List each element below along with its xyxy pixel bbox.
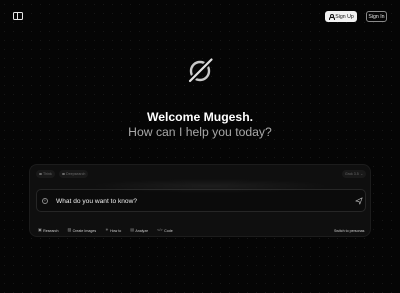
prompt-input[interactable] (56, 195, 336, 207)
think-chip[interactable]: Think (36, 170, 55, 178)
sidebar-toggle-icon[interactable] (13, 12, 23, 20)
research-icon: ▣ (38, 227, 42, 232)
model-label: Grok 3.5 (345, 172, 359, 176)
prompt-composer: Think Deepsearch Grok 3.5 ⌄ + ▣ Research… (29, 164, 371, 237)
switch-personas-button[interactable]: Switch to personas (334, 227, 364, 234)
deepsearch-chip-label: Deepsearch (66, 172, 86, 176)
think-chip-label: Think (43, 172, 52, 176)
sign-up-label: Sign Up (335, 13, 354, 20)
deepsearch-chip[interactable]: Deepsearch (59, 170, 89, 178)
action-how-to[interactable]: ☀ How to (105, 227, 121, 234)
action-label: Create Images (72, 228, 97, 233)
prompt-input-row: + (36, 189, 366, 212)
model-selector[interactable]: Grok 3.5 ⌄ (342, 170, 367, 178)
logo-icon (187, 58, 213, 84)
welcome-heading: Welcome Mugesh. (146, 110, 254, 124)
action-code[interactable]: </> Code (157, 227, 173, 234)
action-label: How to (110, 228, 122, 233)
persona-label: Switch to personas (334, 228, 365, 233)
image-icon: ▧ (67, 227, 72, 232)
subtitle-heading: How can I help you today? (128, 125, 272, 139)
attach-plus-icon[interactable]: + (42, 198, 48, 204)
lightbulb-icon: ☀ (105, 227, 109, 232)
sign-up-button[interactable]: Sign Up (325, 11, 357, 22)
action-label: Analyze (135, 228, 149, 233)
action-create-images[interactable]: ▧ Create Images (67, 227, 96, 234)
action-label: Research (43, 228, 59, 233)
quick-actions: ▣ Research ▧ Create Images ☀ How to ▤ An… (38, 227, 173, 234)
think-icon (39, 172, 42, 176)
chevron-down-icon: ⌄ (360, 172, 364, 176)
user-icon (328, 14, 335, 20)
top-bar: Sign Up Sign In (0, 0, 400, 32)
analyze-icon: ▤ (130, 227, 134, 232)
action-research[interactable]: ▣ Research (38, 227, 58, 234)
action-analyze[interactable]: ▤ Analyze (130, 227, 148, 234)
sign-in-label: Sign In (368, 13, 385, 20)
send-icon[interactable] (355, 197, 363, 205)
deepsearch-icon (62, 172, 65, 176)
sign-in-button[interactable]: Sign In (366, 11, 387, 22)
action-label: Code (164, 228, 173, 233)
code-icon: </> (157, 227, 163, 232)
